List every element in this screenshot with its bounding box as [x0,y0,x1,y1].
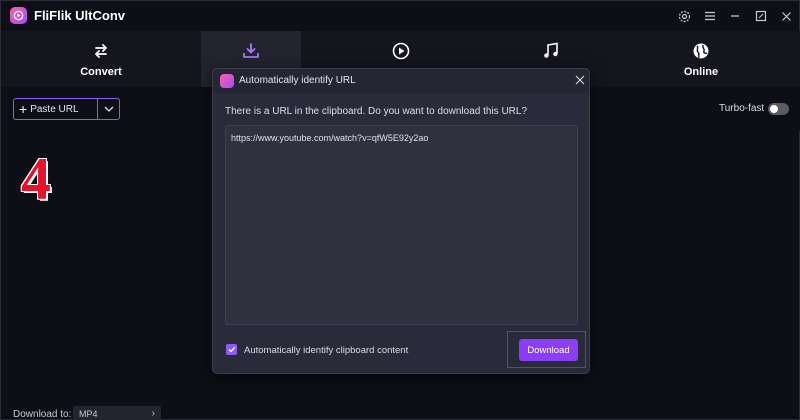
plus-icon: + [19,101,28,117]
paste-url-button[interactable]: + Paste URL [14,99,98,119]
settings-gear-icon[interactable] [675,7,693,25]
app-logo-icon [220,74,234,88]
download-button[interactable]: Download [519,339,578,361]
dialog-close-icon[interactable] [573,73,587,87]
dialog-question: There is a URL in the clipboard. Do you … [225,106,528,117]
minimize-icon[interactable] [726,7,744,25]
paste-url-dropdown[interactable] [98,99,119,119]
chevron-right-icon: › [151,408,155,419]
download-to-label: Download to: [13,409,72,420]
close-window-icon[interactable] [777,7,795,25]
app-logo-icon [10,7,27,24]
checkmark-icon [228,346,235,353]
turbo-fast-toggle[interactable] [768,103,789,115]
dialog-header: Automatically identify URL [213,69,589,93]
nav-label-online: Online [683,66,719,78]
swap-arrows-icon [93,42,109,60]
identify-url-dialog: Automatically identify URL There is a UR… [212,68,590,374]
nav-label-convert: Convert [80,66,122,78]
maximize-icon[interactable] [752,7,770,25]
identify-clipboard-checkbox[interactable] [226,344,237,355]
app-window: FliFlik UltConv Convert Online + Paste U… [0,0,800,420]
turbo-fast-label: Turbo-fast [719,103,765,114]
menu-icon[interactable] [701,7,719,25]
nav-item-online[interactable]: Online [651,31,751,87]
play-circle-icon [392,42,410,60]
app-title: FliFlik UltConv [34,8,125,23]
download-tray-icon [242,42,260,60]
step-number-annotation: 4 [21,146,51,212]
toggle-knob [770,105,778,113]
url-text: https://www.youtube.com/watch?v=qfW5E92y… [231,133,429,143]
globe-icon [692,42,710,60]
format-select[interactable]: MP4 › [73,406,161,420]
paste-url-label: Paste URL [30,103,79,115]
footer-bar: Download to: MP4 › [1,403,800,420]
title-bar: FliFlik UltConv [1,1,800,31]
url-textarea[interactable]: https://www.youtube.com/watch?v=qfW5E92y… [225,125,578,325]
format-value: MP4 [79,409,98,419]
identify-clipboard-label: Automatically identify clipboard content [244,345,409,356]
nav-item-convert[interactable]: Convert [51,31,151,87]
paste-url-split-button: + Paste URL [13,98,120,120]
dialog-title: Automatically identify URL [239,75,356,86]
chevron-down-icon [104,106,113,112]
music-note-icon [543,42,559,60]
